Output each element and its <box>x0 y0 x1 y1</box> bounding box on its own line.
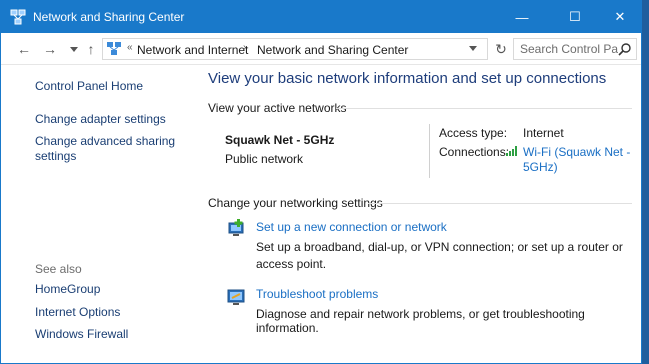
troubleshoot-icon <box>227 289 245 305</box>
change-adapter-settings-link[interactable]: Change adapter settings <box>35 112 166 127</box>
access-type-label: Access type: <box>439 126 508 140</box>
back-button[interactable]: ← <box>15 39 33 59</box>
control-panel-window: Network and Sharing Center — ☐ ✕ ← → ↑ «… <box>0 0 642 364</box>
breadcrumb-separator[interactable]: › <box>243 42 246 53</box>
control-panel-home-link[interactable]: Control Panel Home <box>35 79 143 94</box>
breadcrumb-network-internet[interactable]: Network and Internet <box>137 43 248 57</box>
search-box[interactable] <box>513 38 637 60</box>
section-divider <box>368 203 632 204</box>
address-bar[interactable]: « Network and Internet › Network and Sha… <box>102 38 488 60</box>
search-input[interactable] <box>514 39 618 59</box>
search-icon[interactable] <box>618 42 632 56</box>
maximize-button[interactable]: ☐ <box>552 1 598 33</box>
troubleshoot-link[interactable]: Troubleshoot problems <box>256 287 378 301</box>
network-type: Public network <box>225 152 304 166</box>
windows-firewall-link[interactable]: Windows Firewall <box>35 327 128 342</box>
connections-label: Connections: <box>439 145 510 159</box>
main-content: View your basic network information and … <box>196 66 641 363</box>
address-dropdown[interactable] <box>469 43 477 53</box>
minimize-button[interactable]: — <box>499 1 545 33</box>
internet-options-link[interactable]: Internet Options <box>35 305 120 320</box>
address-overflow-chevron[interactable]: « <box>127 42 133 53</box>
refresh-button[interactable]: ↻ <box>491 39 511 59</box>
access-type-value: Internet <box>523 126 564 140</box>
change-advanced-sharing-link[interactable]: Change advanced sharing settings <box>35 134 185 164</box>
new-connection-icon <box>228 219 244 236</box>
up-button[interactable]: ↑ <box>82 39 100 59</box>
troubleshoot-description: Diagnose and repair network problems, or… <box>256 307 585 335</box>
chevron-down-icon <box>70 46 78 52</box>
control-panel-icon <box>107 42 121 55</box>
sidebar: Control Panel Home Change adapter settin… <box>1 66 196 363</box>
wifi-signal-icon <box>506 146 517 156</box>
recent-locations-dropdown[interactable] <box>65 39 83 59</box>
homegroup-link[interactable]: HomeGroup <box>35 282 100 297</box>
window-title: Network and Sharing Center <box>33 10 185 24</box>
see-also-heading: See also <box>35 262 82 276</box>
setup-connection-link[interactable]: Set up a new connection or network <box>256 220 447 234</box>
wifi-connection-link[interactable]: Wi-Fi (Squawk Net - 5GHz) <box>523 145 633 175</box>
chevron-down-icon <box>469 46 477 51</box>
section-divider <box>336 108 632 109</box>
setup-connection-description: Set up a broadband, dial-up, or VPN conn… <box>256 240 623 271</box>
forward-button[interactable]: → <box>41 39 59 59</box>
breadcrumb-sharing-center[interactable]: Network and Sharing Center <box>257 43 408 57</box>
page-title: View your basic network information and … <box>208 70 607 87</box>
navigation-bar: ← → ↑ « Network and Internet › Network a… <box>1 33 641 65</box>
change-settings-heading: Change your networking settings <box>208 196 383 210</box>
network-center-icon <box>10 9 26 25</box>
title-bar[interactable]: Network and Sharing Center — ☐ ✕ <box>1 1 641 33</box>
close-button[interactable]: ✕ <box>597 1 643 33</box>
active-networks-heading: View your active networks <box>208 101 347 115</box>
vertical-divider <box>429 124 430 178</box>
network-name: Squawk Net - 5GHz <box>225 133 335 147</box>
